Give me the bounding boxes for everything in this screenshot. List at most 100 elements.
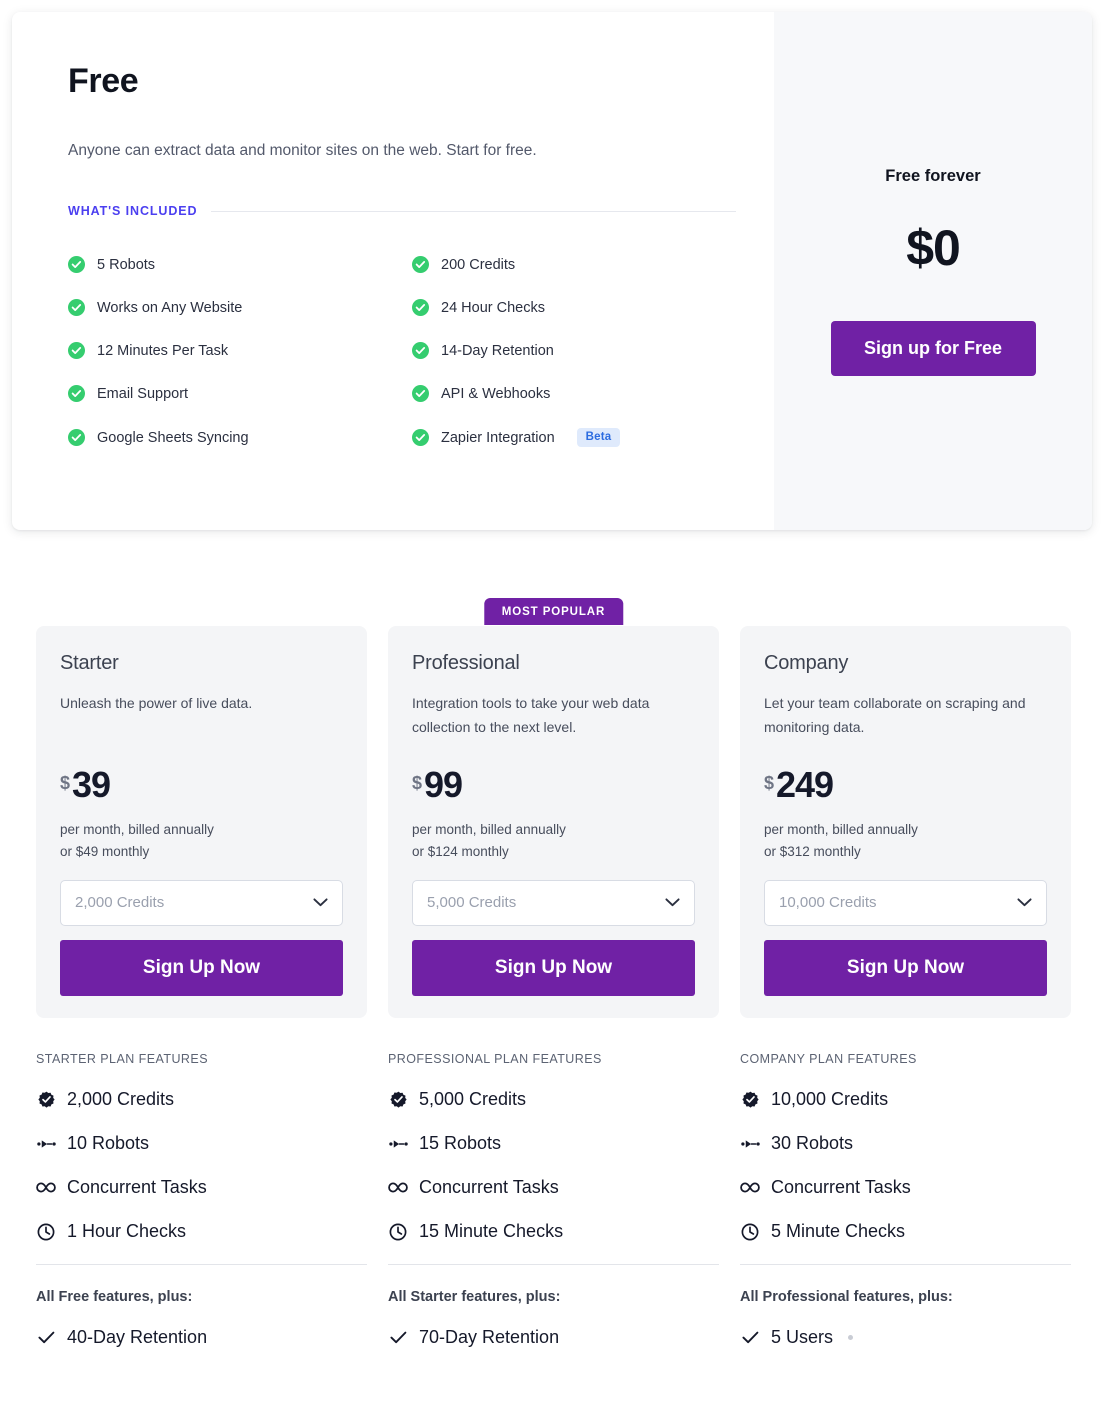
verified-badge-icon — [36, 1091, 56, 1108]
divider — [36, 1264, 367, 1265]
check-icon — [36, 1331, 56, 1344]
feature-column-professional: PROFESSIONAL PLAN FEATURES 5,000 Credits… — [388, 1052, 719, 1348]
info-dot-icon[interactable] — [848, 1335, 853, 1340]
check-circle-icon — [68, 342, 85, 359]
feature-label: 70-Day Retention — [419, 1327, 559, 1348]
credits-select-value: 5,000 Credits — [427, 894, 516, 911]
feature-row: Concurrent Tasks — [388, 1177, 719, 1198]
price-amount: 99 — [424, 767, 462, 803]
credits-select-value: 10,000 Credits — [779, 894, 877, 911]
robot-icon — [740, 1139, 760, 1149]
paid-plans-row: Starter Unleash the power of live data. … — [36, 626, 1072, 1018]
feature-column-heading: COMPANY PLAN FEATURES — [740, 1052, 1071, 1066]
credits-select-company[interactable]: 10,000 Credits — [764, 880, 1047, 926]
plan-description: Unleash the power of live data. — [60, 691, 343, 739]
free-plan-card: Free Anyone can extract data and monitor… — [12, 12, 1092, 530]
plus-label: All Professional features, plus: — [740, 1289, 1071, 1305]
infinity-icon — [388, 1182, 408, 1193]
plan-billing: per month, billed annually or $312 month… — [764, 819, 1047, 864]
billing-annual-line: per month, billed annually — [764, 819, 1047, 841]
feature-item: 5 Robots — [68, 256, 412, 273]
feature-label: 5 Robots — [97, 257, 155, 273]
verified-badge-icon — [740, 1091, 760, 1108]
credits-select-professional[interactable]: 5,000 Credits — [412, 880, 695, 926]
plan-description: Integration tools to take your web data … — [412, 691, 695, 739]
free-price-amount: $0 — [906, 223, 960, 273]
feature-label: Google Sheets Syncing — [97, 430, 249, 446]
plan-billing: per month, billed annually or $49 monthl… — [60, 819, 343, 864]
free-plan-pricing-panel: Free forever $0 Sign up for Free — [774, 12, 1092, 530]
check-circle-icon — [68, 385, 85, 402]
credits-select-value: 2,000 Credits — [75, 894, 164, 911]
check-circle-icon — [68, 256, 85, 273]
sign-up-now-button-starter[interactable]: Sign Up Now — [60, 940, 343, 996]
credits-select-starter[interactable]: 2,000 Credits — [60, 880, 343, 926]
billing-monthly-line: or $124 monthly — [412, 841, 695, 863]
feature-label: 24 Hour Checks — [441, 300, 545, 316]
feature-column-heading: STARTER PLAN FEATURES — [36, 1052, 367, 1066]
feature-label: 15 Robots — [419, 1133, 501, 1154]
feature-label: 14-Day Retention — [441, 343, 554, 359]
feature-row: 15 Robots — [388, 1133, 719, 1154]
feature-label: 2,000 Credits — [67, 1089, 174, 1110]
billing-annual-line: per month, billed annually — [412, 819, 695, 841]
extra-feature-row: 5 Users — [740, 1327, 1071, 1348]
clock-icon — [36, 1223, 56, 1241]
check-circle-icon — [412, 299, 429, 316]
free-price-caption: Free forever — [885, 167, 980, 186]
feature-row: Concurrent Tasks — [36, 1177, 367, 1198]
feature-column-starter: STARTER PLAN FEATURES 2,000 Credits 10 R… — [36, 1052, 367, 1348]
check-icon — [740, 1331, 760, 1344]
divider — [740, 1264, 1071, 1265]
feature-row: Concurrent Tasks — [740, 1177, 1071, 1198]
feature-label: Works on Any Website — [97, 300, 242, 316]
plan-card-professional: MOST POPULAR Professional Integration to… — [388, 626, 719, 1018]
clock-icon — [740, 1223, 760, 1241]
extra-feature-row: 70-Day Retention — [388, 1327, 719, 1348]
divider — [388, 1264, 719, 1265]
extra-feature-row: 40-Day Retention — [36, 1327, 367, 1348]
check-circle-icon — [68, 299, 85, 316]
sign-up-for-free-button[interactable]: Sign up for Free — [831, 321, 1036, 376]
feature-label: 5 Users — [771, 1327, 833, 1348]
clock-icon — [388, 1223, 408, 1241]
plan-name: Company — [764, 652, 1047, 675]
check-circle-icon — [412, 342, 429, 359]
feature-row: 1 Hour Checks — [36, 1221, 367, 1242]
feature-label: 10 Robots — [67, 1133, 149, 1154]
price-amount: 39 — [72, 767, 110, 803]
plan-billing: per month, billed annually or $124 month… — [412, 819, 695, 864]
check-circle-icon — [412, 385, 429, 402]
feature-row: 15 Minute Checks — [388, 1221, 719, 1242]
billing-annual-line: per month, billed annually — [60, 819, 343, 841]
beta-badge: Beta — [577, 428, 621, 447]
feature-label: 1 Hour Checks — [67, 1221, 186, 1242]
feature-label: Concurrent Tasks — [419, 1177, 559, 1198]
robot-icon — [36, 1139, 56, 1149]
feature-item: Email Support — [68, 385, 412, 402]
feature-label: Concurrent Tasks — [67, 1177, 207, 1198]
feature-item: Zapier Integration Beta — [412, 428, 730, 447]
feature-label: API & Webhooks — [441, 386, 550, 402]
check-circle-icon — [412, 429, 429, 446]
plan-description: Let your team collaborate on scraping an… — [764, 691, 1047, 739]
feature-label: Concurrent Tasks — [771, 1177, 911, 1198]
chevron-down-icon — [313, 894, 328, 912]
billing-monthly-line: or $49 monthly — [60, 841, 343, 863]
sign-up-now-button-professional[interactable]: Sign Up Now — [412, 940, 695, 996]
feature-label: 12 Minutes Per Task — [97, 343, 228, 359]
feature-row: 5,000 Credits — [388, 1089, 719, 1110]
plus-label: All Starter features, plus: — [388, 1289, 719, 1305]
currency-symbol: $ — [412, 773, 422, 794]
feature-item: 24 Hour Checks — [412, 299, 730, 316]
feature-row: 2,000 Credits — [36, 1089, 367, 1110]
sign-up-now-button-company[interactable]: Sign Up Now — [764, 940, 1047, 996]
feature-item: Works on Any Website — [68, 299, 412, 316]
feature-row: 5 Minute Checks — [740, 1221, 1071, 1242]
plan-price: $ 39 — [60, 767, 343, 803]
plan-price: $ 99 — [412, 767, 695, 803]
check-circle-icon — [412, 256, 429, 273]
billing-monthly-line: or $312 monthly — [764, 841, 1047, 863]
free-plan-details: Free Anyone can extract data and monitor… — [12, 12, 774, 530]
feature-label: 5 Minute Checks — [771, 1221, 905, 1242]
